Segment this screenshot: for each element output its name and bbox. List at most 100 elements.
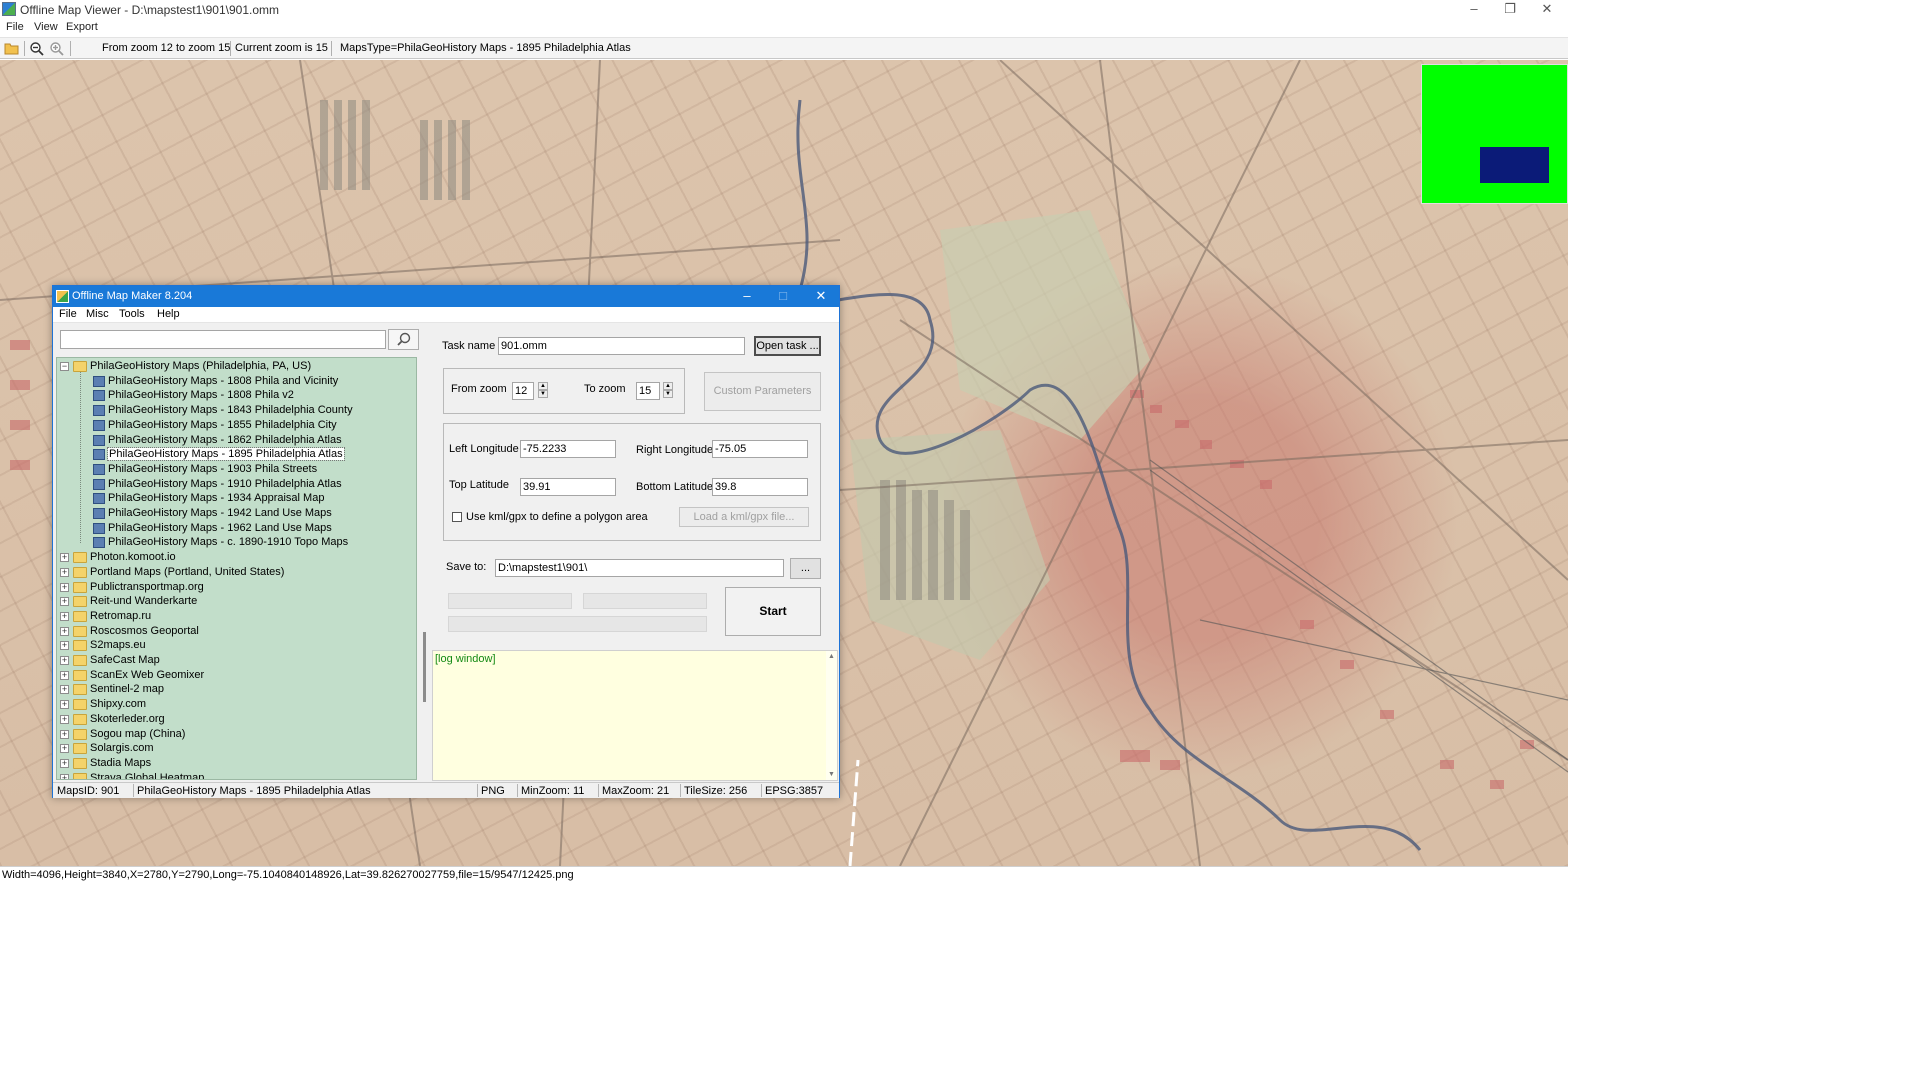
tree-map-item[interactable]: PhilaGeoHistory Maps - 1808 Phila and Vi…	[57, 374, 412, 389]
left-longitude-input[interactable]: -75.2233	[520, 440, 616, 458]
expand-icon[interactable]: +	[60, 773, 69, 779]
tree-group[interactable]: + Solargis.com	[57, 741, 412, 756]
save-to-input[interactable]: D:\mapstest1\901\	[495, 559, 784, 577]
tree-group[interactable]: + Stadia Maps	[57, 756, 412, 771]
tree-map-item[interactable]: PhilaGeoHistory Maps - 1934 Appraisal Ma…	[57, 491, 412, 506]
maps-search-input[interactable]	[60, 330, 386, 349]
start-button[interactable]: Start	[725, 587, 821, 636]
expand-icon[interactable]: +	[60, 597, 69, 607]
from-zoom-spinner[interactable]: ▲ ▼	[538, 382, 548, 400]
dialog-minimize-button[interactable]: –	[729, 287, 765, 306]
tree-map-item[interactable]: PhilaGeoHistory Maps - 1903 Phila Street…	[57, 462, 412, 477]
overview-viewport-rect[interactable]	[1480, 147, 1549, 183]
tree-group[interactable]: + Sogou map (China)	[57, 727, 412, 742]
to-zoom-label: To zoom	[584, 383, 626, 395]
tree-scrollbar[interactable]	[420, 330, 430, 783]
tree-group[interactable]: + Strava Global Heatmap	[57, 771, 412, 779]
tree-group[interactable]: + Publictransportmap.org	[57, 580, 412, 595]
log-scrollbar[interactable]: ▲ ▼	[826, 651, 837, 780]
overview-minimap[interactable]	[1421, 64, 1568, 204]
dialog-menu-file[interactable]: File	[59, 308, 77, 320]
browse-folder-button[interactable]: ...	[790, 558, 821, 579]
tree-group[interactable]: + Reit-und Wanderkarte	[57, 594, 412, 609]
dialog-menu-help[interactable]: Help	[157, 308, 180, 320]
task-name-input[interactable]: 901.omm	[498, 337, 745, 355]
expand-icon[interactable]: +	[60, 567, 69, 577]
expand-icon[interactable]: +	[60, 714, 69, 724]
open-task-button[interactable]: Open task ...	[754, 336, 821, 356]
tree-group-expanded[interactable]: − PhilaGeoHistory Maps (Philadelphia, PA,…	[57, 359, 412, 374]
expand-icon[interactable]: +	[60, 670, 69, 680]
expand-icon[interactable]: +	[60, 729, 69, 739]
tree-map-item[interactable]: PhilaGeoHistory Maps - 1843 Philadelphia…	[57, 403, 412, 418]
to-zoom-spinner[interactable]: ▲ ▼	[663, 382, 673, 400]
tree-group[interactable]: + Portland Maps (Portland, United States)	[57, 565, 412, 580]
folder-icon	[73, 596, 87, 608]
expand-icon[interactable]: +	[60, 758, 69, 768]
dialog-menu-misc[interactable]: Misc	[86, 308, 109, 320]
dialog-maximize-button[interactable]: □	[765, 287, 801, 306]
custom-parameters-button[interactable]: Custom Parameters	[704, 372, 821, 411]
expand-icon[interactable]: +	[60, 744, 69, 754]
expand-icon[interactable]: +	[60, 656, 69, 665]
tree-group[interactable]: + S2maps.eu	[57, 638, 412, 653]
expand-icon[interactable]: +	[60, 700, 69, 710]
zoom-out-icon[interactable]	[29, 41, 45, 56]
maps-search-button[interactable]	[388, 329, 419, 350]
kml-checkbox[interactable]	[452, 512, 462, 522]
bottom-latitude-input[interactable]: 39.8	[712, 478, 808, 496]
tree-group-label: ScanEx Web Geomixer	[90, 668, 205, 681]
tree-map-item[interactable]: PhilaGeoHistory Maps - c. 1890-1910 Topo…	[57, 535, 412, 550]
folder-icon	[73, 772, 87, 779]
tree-group[interactable]: + Roscosmos Geoportal	[57, 624, 412, 639]
tree-group[interactable]: + Retromap.ru	[57, 609, 412, 624]
dialog-title-bar[interactable]: Offline Map Maker 8.204 – □ ✕	[53, 286, 839, 307]
expand-icon[interactable]: +	[60, 626, 69, 636]
expand-icon[interactable]: +	[60, 582, 69, 592]
tree-map-item[interactable]: PhilaGeoHistory Maps - 1895 Philadelphia…	[57, 447, 412, 462]
maximize-button[interactable]: ❐	[1493, 0, 1527, 20]
tree-map-item[interactable]: PhilaGeoHistory Maps - 1808 Phila v2	[57, 388, 412, 403]
expand-icon[interactable]: +	[60, 641, 69, 651]
menu-export[interactable]: Export	[66, 21, 98, 33]
collapse-icon[interactable]: −	[60, 362, 69, 371]
tree-group[interactable]: + ScanEx Web Geomixer	[57, 668, 412, 683]
status-epsg: EPSG:3857	[765, 785, 824, 797]
tree-group[interactable]: + SafeCast Map	[57, 653, 412, 668]
top-latitude-input[interactable]: 39.91	[520, 478, 616, 496]
menu-file[interactable]: File	[6, 21, 24, 33]
close-button[interactable]: ✕	[1530, 0, 1564, 20]
expand-icon[interactable]: +	[60, 685, 69, 695]
right-longitude-input[interactable]: -75.05	[712, 440, 808, 458]
expand-icon[interactable]: +	[60, 611, 69, 621]
zoom-in-icon[interactable]	[49, 41, 65, 56]
folder-open-icon	[73, 361, 87, 372]
maps-tree[interactable]: − PhilaGeoHistory Maps (Philadelphia, PA,…	[56, 357, 417, 780]
from-zoom-input[interactable]: 12	[512, 382, 534, 400]
window-title: Offline Map Viewer - D:\mapstest1\901\90…	[20, 3, 280, 17]
tree-group[interactable]: + Photon.komoot.io	[57, 550, 412, 565]
offline-map-maker-dialog: Offline Map Maker 8.204 – □ ✕ File Misc …	[52, 285, 840, 798]
tree-map-item-label: PhilaGeoHistory Maps - 1843 Philadelphia…	[108, 404, 353, 417]
dialog-menu-tools[interactable]: Tools	[119, 308, 145, 320]
to-zoom-input[interactable]: 15	[636, 382, 660, 400]
load-kml-button[interactable]: Load a kml/gpx file...	[679, 507, 809, 527]
tree-group[interactable]: + Shipxy.com	[57, 697, 412, 712]
tree-map-item[interactable]: PhilaGeoHistory Maps - 1962 Land Use Map…	[57, 521, 412, 536]
tree-map-item[interactable]: PhilaGeoHistory Maps - 1942 Land Use Map…	[57, 506, 412, 521]
bottom-latitude-label: Bottom Latitude	[636, 481, 714, 493]
tree-map-item[interactable]: PhilaGeoHistory Maps - 1855 Philadelphia…	[57, 418, 412, 433]
title-bar: Offline Map Viewer - D:\mapstest1\901\90…	[0, 0, 1568, 20]
tree-group[interactable]: + Skoterleder.org	[57, 712, 412, 727]
expand-icon[interactable]: +	[60, 553, 69, 563]
tree-group-label: Sentinel-2 map	[90, 683, 164, 696]
open-folder-icon[interactable]	[4, 41, 20, 56]
tree-group[interactable]: + Sentinel-2 map	[57, 682, 412, 697]
tree-map-item[interactable]: PhilaGeoHistory Maps - 1862 Philadelphia…	[57, 433, 412, 448]
menu-view[interactable]: View	[34, 21, 58, 33]
log-window[interactable]: [log window] ▲ ▼	[432, 650, 838, 781]
search-icon	[397, 332, 411, 346]
dialog-close-button[interactable]: ✕	[803, 287, 839, 306]
tree-map-item[interactable]: PhilaGeoHistory Maps - 1910 Philadelphia…	[57, 477, 412, 492]
minimize-button[interactable]: –	[1457, 0, 1491, 20]
